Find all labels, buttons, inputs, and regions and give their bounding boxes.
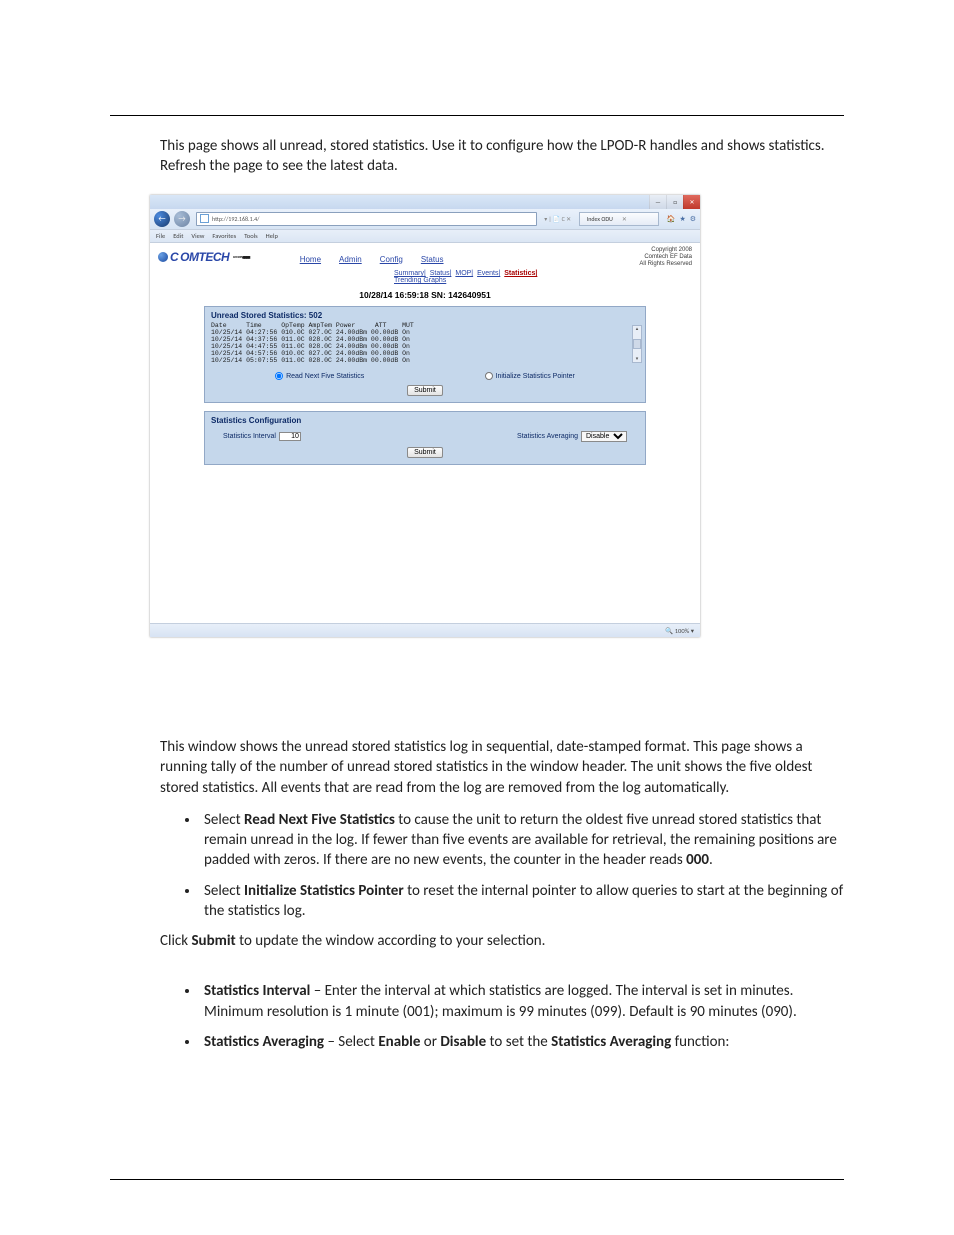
brand-text: OMTECH [180,250,229,264]
page-whitespace [150,473,700,623]
app-header: COMTECH EF DATA ▆▆▆▆ Home Admin Config S… [150,243,700,269]
radio-read-next-input[interactable] [275,372,283,380]
bullet-averaging: Statistics Averaging – Select Enable or … [200,1032,844,1052]
radio-initialize[interactable]: Initialize Statistics Pointer [485,372,575,380]
log-scrollbar[interactable]: ▴ ▾ [632,325,642,363]
tab-admin[interactable]: Admin [339,255,362,264]
interval-label: Statistics Interval [223,433,276,440]
bullet-read-next: Select Read Next Five Statistics to caus… [200,810,844,871]
menu-favorites[interactable]: Favorites [212,232,236,240]
radio-read-next[interactable]: Read Next Five Statistics [275,372,364,380]
browser-statusbar: 🔍 100% ▾ [150,623,700,637]
config-panel-title: Statistics Configuration [205,412,645,427]
toolbar-right: 🏠 ★ ⚙ [667,214,696,223]
address-controls[interactable]: ▾ | 📄 C ✕ [543,215,573,223]
subnav-summary[interactable]: Summary| [394,270,426,277]
subnav-mop[interactable]: MOP| [455,270,473,277]
statistics-log: Date Time OpTemp AmpTem Power ATT MUT 10… [205,322,645,368]
scroll-down-icon[interactable]: ▾ [636,356,639,362]
averaging-select[interactable]: Disable [581,431,627,442]
main-nav: Home Admin Config Status [300,255,444,264]
page-content: COMTECH EF DATA ▆▆▆▆ Home Admin Config S… [150,243,700,624]
home-icon[interactable]: 🏠 [667,214,676,223]
config-row: Statistics Interval Statistics Averaging… [205,427,645,444]
address-bar[interactable]: http://192.168.1.4/ [196,212,537,226]
bottom-rule [110,1179,844,1180]
bullet-list-2: Statistics Interval – Enter the interval… [180,981,844,1052]
brand-subtext: EF DATA ▆▆▆▆ [233,255,250,259]
tab-close-icon[interactable]: ✕ [622,215,627,223]
screenshot-figure: — □ ✕ ← → http://192.168.1.4/ ▾ | 📄 C ✕ … [150,195,700,638]
statistics-config-panel: Statistics Configuration Statistics Inte… [204,411,646,465]
maximize-button[interactable]: □ [666,195,683,209]
menu-edit[interactable]: Edit [173,232,183,240]
minimize-button[interactable]: — [649,195,666,209]
favicon-icon [200,214,209,223]
close-button[interactable]: ✕ [683,195,700,209]
globe-icon [158,252,168,262]
menu-help[interactable]: Help [266,232,278,240]
submit-row-1: Submit [205,382,645,402]
submit-button-1[interactable]: Submit [407,385,443,396]
submit-paragraph: Click Submit to update the window accord… [160,931,844,951]
bullet-interval: Statistics Interval – Enter the interval… [200,981,844,1022]
tab-home[interactable]: Home [300,255,321,264]
browser-menubar: File Edit View Favorites Tools Help [150,230,700,243]
tab-config[interactable]: Config [380,255,403,264]
tab-status[interactable]: Status [421,255,444,264]
radio-initialize-label: Initialize Statistics Pointer [496,373,575,380]
menu-file[interactable]: File [156,232,165,240]
bullet-initialize: Select Initialize Statistics Pointer to … [200,881,844,922]
subnav-events[interactable]: Events| [477,270,500,277]
sub-nav: Summary| Status| MOP| Events| Statistics… [150,268,700,277]
zoom-indicator[interactable]: 🔍 100% ▾ [665,627,694,635]
browser-tab[interactable]: Index ODU ✕ [579,212,659,226]
sub-nav-row2: Trending Graphs [150,277,700,284]
unread-statistics-panel: Unread Stored Statistics: 502 Date Time … [204,306,646,403]
bullet-list-1: Select Read Next Five Statistics to caus… [180,810,844,921]
favorites-icon[interactable]: ★ [679,214,685,223]
tab-title: Index ODU [587,215,613,223]
radio-read-next-label: Read Next Five Statistics [286,373,364,380]
top-rule [110,115,844,116]
scroll-up-icon[interactable]: ▴ [636,326,639,332]
copyright-block: Copyright 2008 Comtech EF Data All Right… [639,247,692,269]
description-paragraph: This window shows the unread stored stat… [160,737,844,798]
scroll-thumb[interactable] [633,339,641,349]
brand-logo: COMTECH EF DATA ▆▆▆▆ [158,250,250,264]
submit-button-2[interactable]: Submit [407,447,443,458]
interval-input[interactable] [279,432,301,441]
forward-button[interactable]: → [174,211,190,227]
panel-title: Unread Stored Statistics: 502 [205,307,645,322]
subnav-statistics[interactable]: Statistics| [504,270,537,277]
menu-tools[interactable]: Tools [244,232,257,240]
menu-view[interactable]: View [191,232,204,240]
browser-toolbar: ← → http://192.168.1.4/ ▾ | 📄 C ✕ Index … [150,209,700,230]
action-radios: Read Next Five Statistics Initialize Sta… [205,368,645,382]
timestamp-serial: 10/28/14 16:59:18 SN: 142640951 [150,290,700,300]
subnav-status[interactable]: Status| [430,270,452,277]
submit-row-2: Submit [205,444,645,464]
intro-paragraph: This page shows all unread, stored stati… [160,136,844,177]
radio-initialize-input[interactable] [485,372,493,380]
url-text: http://192.168.1.4/ [212,215,259,223]
subnav-trending[interactable]: Trending Graphs [394,277,446,284]
tools-icon[interactable]: ⚙ [690,214,696,223]
back-button[interactable]: ← [154,211,170,227]
averaging-label: Statistics Averaging [517,433,578,440]
window-titlebar: — □ ✕ [150,195,700,209]
